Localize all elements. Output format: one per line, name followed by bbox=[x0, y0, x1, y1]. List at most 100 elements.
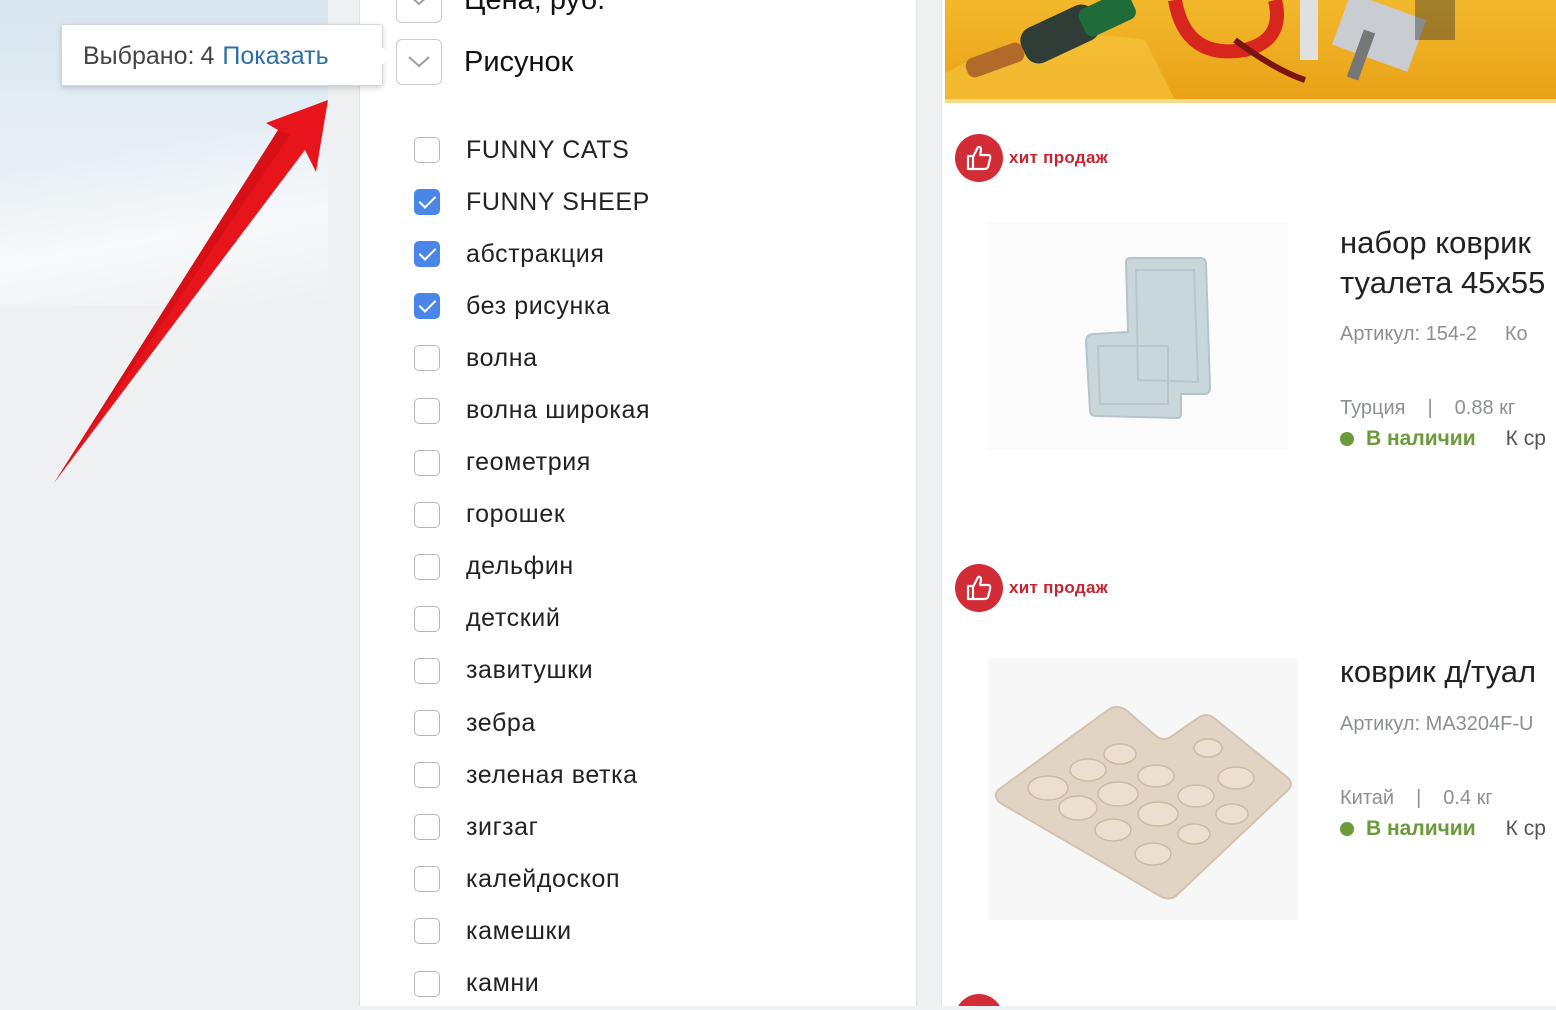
filter-option-label: волна широкая bbox=[466, 396, 651, 425]
filter-checkbox[interactable] bbox=[414, 397, 440, 424]
filter-option[interactable]: абстракция bbox=[414, 228, 650, 280]
thumbs-up-icon bbox=[955, 994, 1003, 1006]
filter-option-label: волна bbox=[466, 343, 538, 372]
filter-option[interactable]: калейдоскоп bbox=[414, 853, 650, 905]
chevron-down-icon[interactable] bbox=[396, 39, 442, 85]
availability-label: В наличии bbox=[1366, 427, 1476, 450]
filter-option-label: зеленая ветка bbox=[466, 760, 638, 789]
filter-option-label: без рисунка bbox=[466, 291, 611, 320]
product-title-line: туалета 45х55 bbox=[1340, 265, 1546, 300]
filter-option-label: геометрия bbox=[466, 448, 591, 477]
filter-option-label: камни bbox=[466, 969, 540, 998]
filter-option[interactable]: FUNNY SHEEP bbox=[414, 176, 650, 228]
filter-checkbox[interactable] bbox=[414, 710, 440, 737]
availability-label: В наличии bbox=[1366, 817, 1476, 840]
filter-checkbox[interactable] bbox=[414, 918, 440, 945]
product-country: Китай bbox=[1340, 787, 1395, 809]
product-origin: Китай | 0.4 кг bbox=[1340, 787, 1493, 810]
hit-badge-label: хит продаж bbox=[1009, 148, 1109, 167]
filter-checkbox[interactable] bbox=[414, 657, 440, 684]
promo-banner[interactable] bbox=[945, 0, 1556, 103]
price-section-title: Цена, руб. bbox=[464, 0, 605, 17]
filter-checkbox[interactable] bbox=[414, 866, 440, 893]
filter-checkbox[interactable] bbox=[414, 241, 440, 268]
filter-option[interactable]: геометрия bbox=[414, 437, 650, 489]
article-number: Артикул: 154-2 bbox=[1340, 323, 1477, 345]
filter-checkbox[interactable] bbox=[414, 814, 440, 841]
filter-option-label: горошек bbox=[466, 500, 566, 529]
filter-option[interactable]: дельфин bbox=[414, 541, 650, 593]
selected-count: 4 bbox=[200, 42, 215, 70]
filter-option-label: калейдоскоп bbox=[466, 864, 621, 893]
filter-option-label: FUNNY CATS bbox=[466, 135, 630, 164]
product-image[interactable] bbox=[988, 222, 1288, 450]
product-weight: 0.4 кг bbox=[1443, 787, 1493, 809]
product-weight: 0.88 кг bbox=[1454, 397, 1516, 419]
product-title-line: коврик д/туал bbox=[1340, 654, 1537, 689]
product-title[interactable]: набор коврик туалета 45х55 bbox=[1340, 223, 1545, 303]
article-number: Артикул: MA3204F-U bbox=[1340, 713, 1534, 735]
product-title-line: набор коврик bbox=[1340, 225, 1531, 260]
meta-separator: | bbox=[1416, 787, 1422, 809]
filter-option[interactable]: камешки bbox=[414, 905, 650, 957]
product-title[interactable]: коврик д/туал bbox=[1340, 652, 1536, 692]
selection-tooltip: Выбрано: 4 Показать bbox=[61, 24, 391, 86]
filter-option[interactable]: волна широкая bbox=[414, 384, 650, 436]
filter-option-label: камешки bbox=[466, 916, 572, 945]
filter-panel: Цена, руб. Рисунок FUNNY CATS FUNNY SHEEP… bbox=[359, 0, 917, 1006]
product-image[interactable] bbox=[988, 658, 1298, 920]
product-article: Артикул: MA3204F-U bbox=[1340, 713, 1534, 736]
filter-option[interactable]: завитушки bbox=[414, 645, 650, 697]
filter-checkbox[interactable] bbox=[414, 137, 440, 164]
pattern-section-title: Рисунок bbox=[464, 45, 574, 78]
compare-link[interactable]: К ср bbox=[1506, 427, 1546, 451]
filter-checkbox[interactable] bbox=[414, 501, 440, 528]
filter-checkbox[interactable] bbox=[414, 293, 440, 320]
filter-option[interactable]: зигзаг bbox=[414, 801, 650, 853]
tools-banner-image bbox=[945, 0, 1455, 103]
filter-checkbox[interactable] bbox=[414, 345, 440, 372]
filter-option[interactable]: FUNNY CATS bbox=[414, 124, 650, 176]
filter-checkbox[interactable] bbox=[414, 970, 440, 997]
filter-option-label: зигзаг bbox=[466, 812, 539, 841]
filter-checkbox[interactable] bbox=[414, 449, 440, 476]
pattern-section-header[interactable]: Рисунок bbox=[396, 38, 573, 86]
product-country: Турция bbox=[1340, 397, 1406, 419]
filter-option[interactable]: детский bbox=[414, 593, 650, 645]
product-article: Артикул: 154-2 Ко bbox=[1340, 323, 1528, 346]
thumbs-up-icon bbox=[955, 564, 1003, 612]
filter-option[interactable]: волна bbox=[414, 332, 650, 384]
hit-badge: хит продаж bbox=[955, 564, 1108, 612]
banner-divider bbox=[945, 99, 1556, 103]
stock-status: В наличии К ср bbox=[1340, 817, 1546, 841]
hit-badge bbox=[955, 994, 1003, 1006]
pattern-options-list: FUNNY CATS FUNNY SHEEP абстракция без рисун… bbox=[414, 124, 650, 1010]
article-extra: Ко bbox=[1504, 323, 1528, 345]
price-section-header[interactable]: Цена, руб. bbox=[396, 0, 605, 24]
show-results-link[interactable]: Показать bbox=[222, 42, 328, 70]
filter-checkbox[interactable] bbox=[414, 762, 440, 789]
chevron-down-icon[interactable] bbox=[396, 0, 442, 23]
filter-option-label: дельфин bbox=[466, 552, 574, 581]
hit-badge-label: хит продаж bbox=[1009, 578, 1109, 597]
filter-option-label: FUNNY SHEEP bbox=[466, 187, 650, 216]
filter-option[interactable]: зеленая ветка bbox=[414, 749, 650, 801]
compare-link[interactable]: К ср bbox=[1506, 817, 1546, 841]
product-origin: Турция | 0.88 кг bbox=[1340, 397, 1515, 420]
filter-option[interactable]: зебра bbox=[414, 697, 650, 749]
filter-option[interactable]: без рисунка bbox=[414, 280, 650, 332]
filter-option[interactable]: горошек bbox=[414, 489, 650, 541]
in-stock-dot bbox=[1340, 432, 1354, 446]
thumbs-up-icon bbox=[955, 134, 1003, 182]
hit-badge: хит продаж bbox=[955, 134, 1108, 182]
filter-option-label: зебра bbox=[466, 708, 536, 737]
red-arrow-annotation bbox=[54, 100, 328, 483]
filter-option-label: завитушки bbox=[466, 656, 594, 685]
filter-option[interactable]: камни bbox=[414, 958, 650, 1010]
filter-checkbox[interactable] bbox=[414, 605, 440, 632]
filter-option-label: абстракция bbox=[466, 239, 605, 268]
filter-checkbox[interactable] bbox=[414, 189, 440, 216]
filter-checkbox[interactable] bbox=[414, 553, 440, 580]
meta-separator: | bbox=[1427, 397, 1433, 419]
in-stock-dot bbox=[1340, 822, 1354, 836]
